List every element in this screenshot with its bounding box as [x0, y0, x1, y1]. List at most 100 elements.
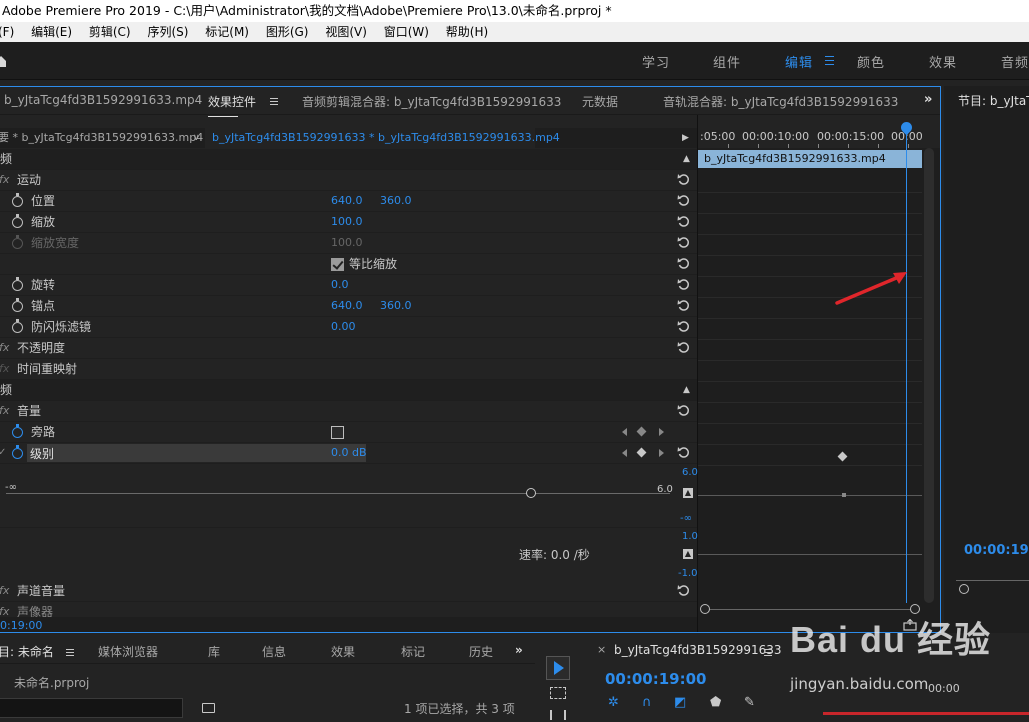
- current-time[interactable]: 0:19:00: [0, 618, 697, 632]
- ripple-edit-tool-icon[interactable]: [550, 710, 566, 720]
- source-clip-label[interactable]: 要 * b_yJtaTcg4fd3B1592991633.mp4: [0, 128, 203, 148]
- add-keyframe-icon[interactable]: [636, 426, 647, 437]
- tab-media-browser[interactable]: 媒体浏览器: [98, 643, 158, 660]
- keyframe-marker[interactable]: [837, 451, 848, 462]
- audio-section-header[interactable]: 频 ▲: [0, 380, 697, 401]
- graph-point[interactable]: [842, 493, 846, 497]
- tab-effects[interactable]: 效果: [331, 643, 355, 660]
- volume-row[interactable]: fx 音量: [0, 401, 697, 422]
- reset-icon[interactable]: [677, 404, 690, 417]
- tab-source[interactable]: b_yJtaTcg4fd3B1592991633.mp4: [4, 93, 202, 107]
- playhead[interactable]: [906, 129, 907, 603]
- tab-audio-track-mixer[interactable]: 音轨混合器: b_yJtaTcg4fd3B1592991633: [663, 93, 898, 110]
- zoom-start-handle[interactable]: [700, 604, 710, 614]
- level-value[interactable]: 0.0 dB: [331, 443, 367, 463]
- linked-selection-icon[interactable]: ◩: [674, 695, 686, 710]
- program-timecode[interactable]: 00:00:19:00: [964, 543, 1029, 558]
- tab-menu-icon[interactable]: [66, 649, 74, 656]
- next-keyframe-icon[interactable]: [659, 428, 664, 436]
- track-select-tool-icon[interactable]: [550, 687, 566, 699]
- menu-clip[interactable]: 剪辑(C): [89, 22, 131, 42]
- tab-menu-icon[interactable]: [270, 98, 278, 105]
- opacity-row[interactable]: fx 不透明度: [0, 338, 697, 359]
- menu-window[interactable]: 窗口(W): [384, 22, 429, 42]
- stopwatch-icon[interactable]: [12, 193, 23, 207]
- collapse-icon[interactable]: ▲: [683, 149, 690, 169]
- tab-markers[interactable]: 标记: [401, 643, 425, 660]
- reset-icon[interactable]: [677, 215, 690, 228]
- video-section-header[interactable]: 频 ▲: [0, 149, 697, 170]
- chevron-down-icon[interactable]: ∨: [193, 128, 200, 148]
- menu-sequence[interactable]: 序列(S): [147, 22, 188, 42]
- uniform-scale-checkbox[interactable]: [331, 258, 344, 271]
- wrench-icon[interactable]: ✎: [744, 695, 755, 710]
- program-ruler[interactable]: [956, 573, 1029, 581]
- horizontal-zoom-bar[interactable]: [700, 603, 922, 617]
- stopwatch-icon[interactable]: [12, 424, 23, 438]
- rate-toggle-icon[interactable]: ▲: [683, 549, 693, 559]
- anchor-x-value[interactable]: 640.0: [331, 296, 363, 316]
- tab-libraries[interactable]: 库: [208, 643, 220, 660]
- tab-effect-controls[interactable]: 效果控件: [208, 93, 256, 117]
- sequence-clip-label[interactable]: b_yJtaTcg4fd3B1592991633 * b_yJtaTcg4fd3…: [205, 128, 560, 148]
- program-zoom-handle[interactable]: [959, 584, 969, 594]
- reset-icon[interactable]: [677, 446, 690, 459]
- rate-graph-line[interactable]: [698, 554, 922, 555]
- project-file-name[interactable]: 未命名.prproj: [14, 674, 89, 691]
- workspace-tab-effects[interactable]: 效果: [929, 52, 957, 71]
- reset-icon[interactable]: [677, 341, 690, 354]
- keyframe-navigator[interactable]: [622, 447, 664, 459]
- close-tab-icon[interactable]: ×: [597, 643, 606, 656]
- rotation-value[interactable]: 0.0: [331, 275, 349, 295]
- reset-icon[interactable]: [677, 173, 690, 186]
- export-frame-icon[interactable]: [903, 619, 917, 631]
- scale-value[interactable]: 100.0: [331, 212, 363, 232]
- stopwatch-icon[interactable]: [12, 319, 23, 333]
- menu-view[interactable]: 视图(V): [325, 22, 367, 42]
- selection-tool-icon[interactable]: [546, 656, 570, 680]
- stopwatch-icon[interactable]: [12, 298, 23, 312]
- tab-metadata[interactable]: 元数据: [582, 93, 618, 110]
- menu-help[interactable]: 帮助(H): [446, 22, 488, 42]
- panner-row[interactable]: fx 声像器: [0, 602, 697, 618]
- workspace-tab-editing[interactable]: 编辑: [785, 52, 813, 71]
- tab-project[interactable]: 目: 未命名: [0, 643, 54, 660]
- bypass-checkbox[interactable]: [331, 426, 344, 439]
- reset-icon[interactable]: [677, 584, 690, 597]
- snap-icon[interactable]: ✲: [608, 695, 619, 710]
- reset-icon[interactable]: [677, 278, 690, 291]
- workspace-tab-assembly[interactable]: 组件: [713, 52, 741, 71]
- level-slider-track[interactable]: [6, 493, 670, 494]
- tab-audio-clip-mixer[interactable]: 音频剪辑混合器: b_yJtaTcg4fd3B1592991633: [302, 93, 561, 110]
- keyframe-navigator[interactable]: [622, 426, 664, 438]
- timeline-clip[interactable]: b_yJtaTcg4fd3B1592991633.mp4: [698, 150, 922, 168]
- anchor-y-value[interactable]: 360.0: [380, 296, 412, 316]
- effect-timeline[interactable]: :05:00 00:00:10:00 00:00:15:00 00:00 b_y…: [678, 115, 940, 632]
- motion-row[interactable]: fx 运动: [0, 170, 697, 191]
- workspace-tab-learn[interactable]: 学习: [642, 52, 670, 71]
- reset-icon[interactable]: [677, 194, 690, 207]
- sequence-timecode[interactable]: 00:00:19:00: [605, 670, 707, 688]
- prev-keyframe-icon[interactable]: [622, 428, 627, 436]
- workspace-menu-icon[interactable]: [825, 56, 834, 65]
- link-icon[interactable]: ∩: [642, 695, 652, 710]
- more-panels-icon[interactable]: »: [924, 92, 933, 107]
- reset-icon[interactable]: [677, 236, 690, 249]
- project-search-input[interactable]: [0, 698, 183, 718]
- tab-info[interactable]: 信息: [262, 643, 286, 660]
- marker-icon[interactable]: ⬟: [710, 695, 721, 710]
- menu-marker[interactable]: 标记(M): [205, 22, 249, 42]
- time-remap-row[interactable]: fx 时间重映射: [0, 359, 697, 380]
- stopwatch-icon[interactable]: [12, 277, 23, 291]
- more-panels-icon[interactable]: »: [515, 643, 523, 657]
- workspace-tab-audio[interactable]: 音频: [1001, 52, 1029, 71]
- next-keyframe-icon[interactable]: [659, 449, 664, 457]
- stopwatch-icon[interactable]: [12, 445, 23, 459]
- home-icon[interactable]: [0, 55, 6, 67]
- level-graph-line[interactable]: [698, 495, 922, 496]
- workspace-tab-color[interactable]: 颜色: [857, 52, 885, 71]
- channel-volume-row[interactable]: fx 声道音量: [0, 581, 697, 602]
- flicker-value[interactable]: 0.00: [331, 317, 356, 337]
- tab-menu-icon[interactable]: [764, 649, 772, 656]
- zoom-end-handle[interactable]: [910, 604, 920, 614]
